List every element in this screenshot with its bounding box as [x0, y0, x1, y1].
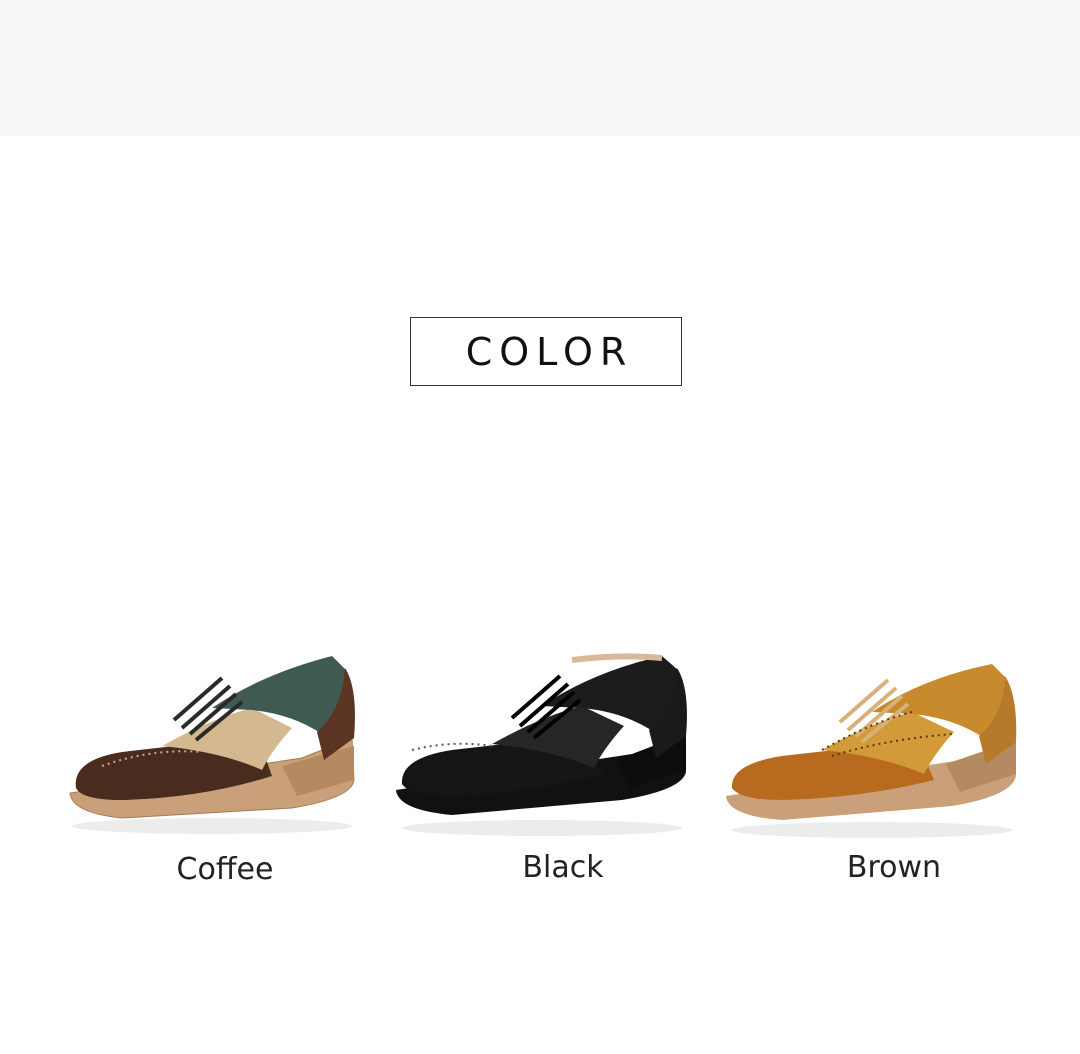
shoe-image-coffee[interactable] — [62, 648, 362, 848]
shoe-brown-illustration — [726, 664, 1017, 838]
variant-label-black: Black — [522, 850, 604, 885]
color-section-header: COLOR — [410, 317, 682, 386]
shoe-image-brown[interactable] — [722, 656, 1022, 856]
top-band — [0, 0, 1080, 136]
shoe-black-illustration — [396, 653, 687, 836]
variant-label-brown: Brown — [846, 850, 942, 885]
color-section-title: COLOR — [465, 329, 634, 374]
variant-label-coffee: Coffee — [176, 852, 274, 887]
shoe-image-black[interactable] — [392, 650, 692, 850]
shoe-coffee-illustration — [69, 656, 355, 834]
